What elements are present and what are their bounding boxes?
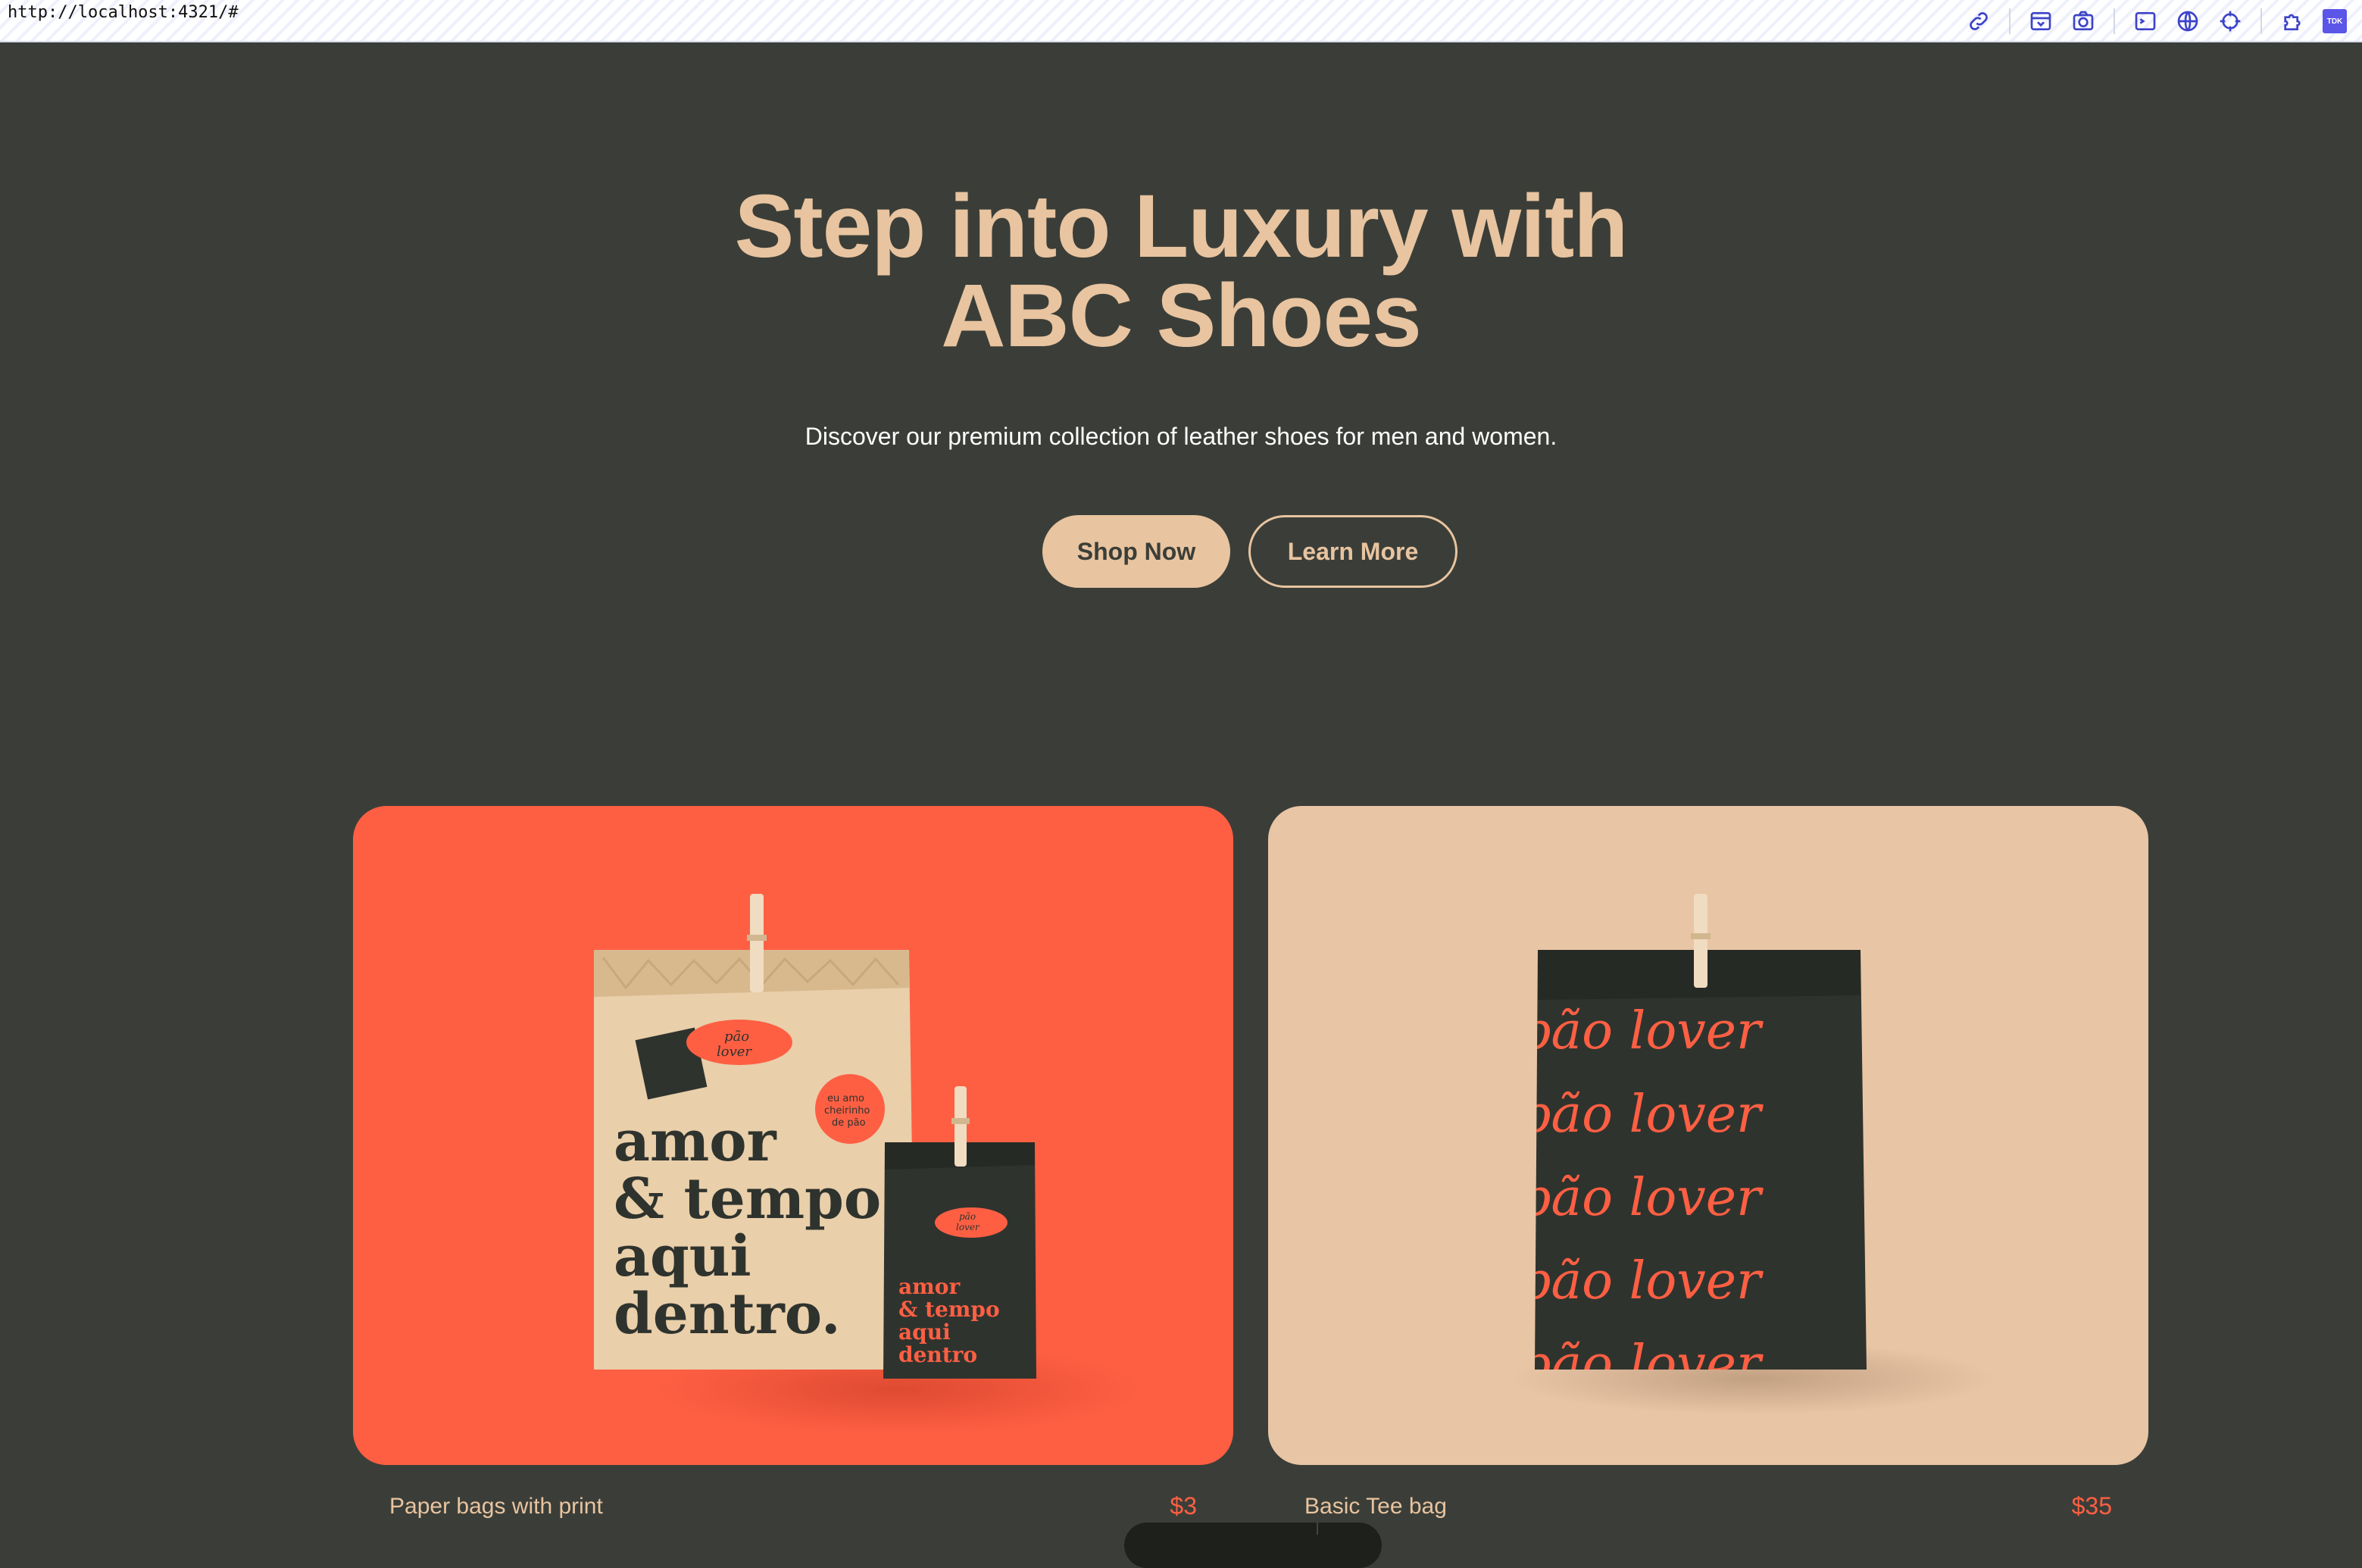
tdk-icon[interactable]: TDK: [2320, 6, 2350, 36]
bag-text-line: amor: [614, 1109, 777, 1174]
bag-small-text-line: amor: [898, 1274, 961, 1299]
hero-title-line-1: Step into Luxury with: [734, 176, 1629, 276]
sticker-text: cheirinho: [824, 1105, 870, 1117]
product-card-paper-bags[interactable]: pão lover eu amo cheirinho de pão amor &…: [353, 806, 1233, 1465]
globe-icon[interactable]: [2173, 6, 2203, 36]
toolbar-icons: TDK: [1951, 0, 2350, 42]
toolbar-divider: [2114, 8, 2115, 34]
product-price-tee-bag: $35: [2071, 1492, 2112, 1520]
bag-logo-text: pão: [959, 1211, 976, 1222]
extension-icon[interactable]: [2277, 6, 2307, 36]
product-name-paper-bags[interactable]: Paper bags with print: [389, 1494, 603, 1520]
floating-toolbar[interactable]: [1124, 1523, 1382, 1568]
bag-logo-text: pão: [724, 1029, 749, 1045]
bag-pattern-text: pão lover: [1518, 1001, 1764, 1061]
bag-small-text-line: & tempo: [898, 1297, 1000, 1322]
shop-now-button[interactable]: Shop Now: [1042, 515, 1230, 588]
bag-pattern-text: pão lover: [1518, 1168, 1764, 1228]
browser-toolbar: http://localhost:4321/# TDK: [0, 0, 2362, 42]
bag-text-line: aqui: [614, 1224, 751, 1289]
sticker-text: de pão: [832, 1117, 866, 1129]
product-image-paper-bags: pão lover eu amo cheirinho de pão amor &…: [594, 894, 1141, 1435]
link-icon[interactable]: [1964, 6, 1994, 36]
bag-logo-text: lover: [717, 1044, 752, 1060]
product-name-tee-bag[interactable]: Basic Tee bag: [1304, 1494, 1447, 1520]
bag-pattern-text: pão lover: [1518, 1085, 1764, 1145]
camera-icon[interactable]: [2068, 6, 2098, 36]
hero-subtitle: Discover our premium collection of leath…: [805, 423, 1557, 450]
hero-buttons: Shop Now Learn More: [1042, 515, 1458, 588]
product-image-tee-bag: pão lover pão lover pão lover pão lover …: [1511, 894, 1995, 1415]
hero-title: Step into Luxury with ABC Shoes: [0, 182, 2362, 361]
bag-small-text-line: aqui: [898, 1320, 951, 1345]
toolbar-divider: [2009, 8, 2011, 34]
url-display[interactable]: http://localhost:4321/#: [8, 3, 239, 22]
learn-more-button[interactable]: Learn More: [1248, 515, 1458, 588]
bag-small-text-line: dentro: [898, 1342, 977, 1367]
bag-logo-text: lover: [956, 1222, 980, 1232]
product-card-tee-bag[interactable]: pão lover pão lover pão lover pão lover …: [1268, 806, 2148, 1465]
product-price-paper-bags: $3: [1170, 1492, 1197, 1520]
terminal-icon[interactable]: [2130, 6, 2160, 36]
toolbar-divider: [2260, 8, 2262, 34]
bag-text-line: dentro.: [614, 1282, 841, 1347]
hero-title-line-2: ABC Shoes: [941, 266, 1422, 366]
sticker-text: eu amo: [827, 1093, 864, 1104]
bag-pattern-text: pão lover: [1518, 1251, 1764, 1311]
bag-text-line: & tempo: [614, 1167, 881, 1232]
crosshair-icon[interactable]: [2215, 6, 2245, 36]
inspect-icon[interactable]: [2026, 6, 2056, 36]
